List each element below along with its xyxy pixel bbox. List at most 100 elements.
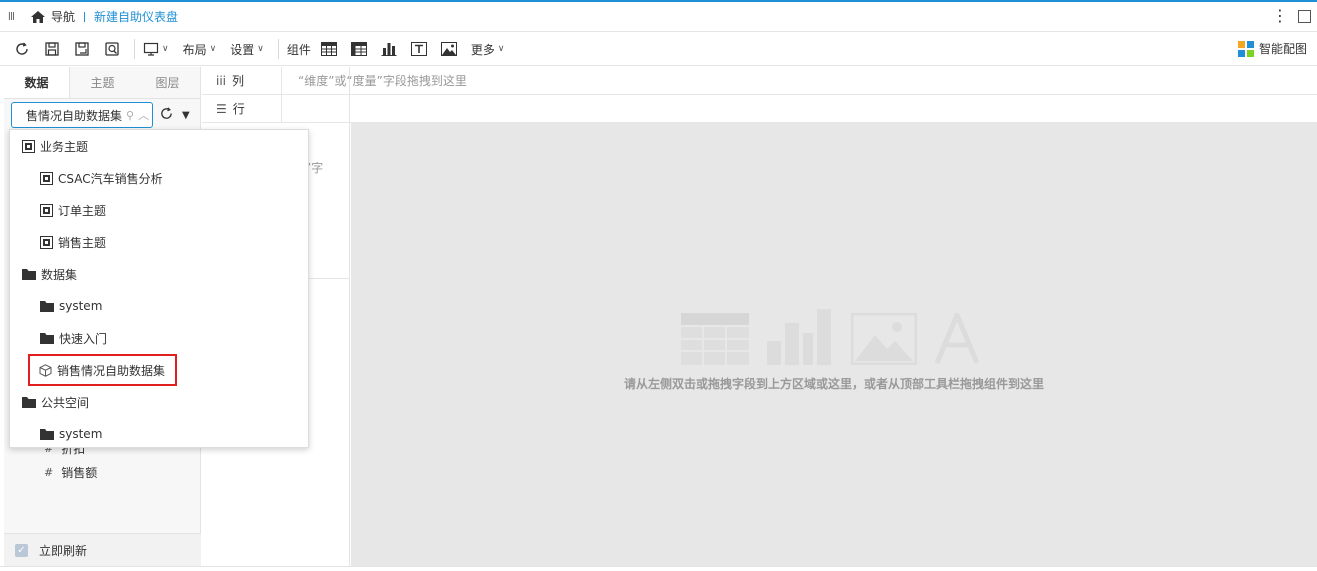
auto-refresh-label: 立即刷新 — [39, 543, 88, 558]
field-item[interactable]: # 销售额 — [44, 460, 97, 484]
checkbox-icon[interactable]: ✓ — [15, 543, 28, 557]
columns-label: 列 — [232, 74, 245, 88]
settings-button[interactable]: 设置 ∨ — [230, 37, 264, 61]
tree-item-label: CSAC汽车销售分析 — [58, 171, 163, 186]
app-window: lll 导航 新建自助仪表盘 ⋮ ∨ 布局 ∨ 设置 ∨ 组件 更多 ∨ 智能配… — [0, 0, 1317, 571]
tab-layers[interactable]: 图层 — [135, 67, 200, 98]
tree-item-order-subject[interactable]: 订单主题 — [40, 196, 106, 224]
tree-item-datasets[interactable]: 数据集 — [22, 260, 77, 288]
text-placeholder-icon — [935, 313, 979, 364]
rows-shelf[interactable]: ☰ 行 — [202, 94, 1317, 123]
tree-item-sales-subject[interactable]: 销售主题 — [40, 228, 106, 256]
tree-item-label: 快速入门 — [59, 331, 108, 346]
table-icon — [320, 42, 337, 56]
breadcrumb-current[interactable]: 新建自助仪表盘 — [94, 8, 178, 25]
toolbar-divider — [277, 39, 279, 59]
refresh-dataset-button[interactable] — [159, 106, 174, 124]
more-options-icon[interactable]: ⋮ — [1272, 8, 1288, 24]
tree-item-label: system — [59, 299, 103, 313]
subject-icon — [40, 235, 53, 249]
save-icon — [45, 42, 59, 56]
tree-item-label: 数据集 — [41, 267, 78, 282]
auto-refresh-toggle[interactable]: ✓ 立即刷新 — [4, 533, 201, 566]
crosstab-component-button[interactable] — [350, 37, 367, 61]
tree-item-business-subject[interactable]: 业务主题 — [22, 132, 88, 160]
breadcrumb-separator — [84, 11, 86, 22]
tree-item-quick-start[interactable]: 快速入门 — [40, 324, 107, 352]
crosstab-icon — [350, 42, 367, 56]
chevron-down-icon: ∨ — [257, 44, 264, 54]
refresh-button[interactable] — [14, 37, 30, 61]
preview-button[interactable] — [104, 37, 120, 61]
save-as-icon — [75, 42, 89, 56]
tree-item-public-space[interactable]: 公共空间 — [22, 388, 89, 416]
image-component-button[interactable] — [440, 37, 457, 61]
bar-chart-icon — [381, 43, 397, 56]
dataset-dropdown: 业务主题 CSAC汽车销售分析 订单主题 销售主题 数据集 system 快速入… — [9, 129, 309, 448]
layout-label: 布局 — [182, 42, 207, 57]
chevron-down-icon: ∨ — [497, 44, 505, 54]
more-label: 更多 — [470, 42, 495, 57]
dataset-selector-row: 售情况自助数据集 ⚲ ︿ ▼ — [11, 102, 190, 128]
maximize-icon[interactable] — [1298, 9, 1311, 23]
tab-theme[interactable]: 主题 — [70, 67, 135, 98]
text-component-button[interactable] — [410, 37, 427, 61]
device-button[interactable]: ∨ — [143, 37, 169, 61]
tab-data[interactable]: 数据 — [4, 67, 70, 98]
toolbar-divider — [134, 39, 135, 59]
field-label: 销售额 — [61, 465, 98, 480]
tree-item-label: 公共空间 — [41, 395, 90, 410]
tree-item-label: 销售情况自助数据集 — [57, 363, 166, 378]
chart-component-button[interactable] — [381, 37, 397, 61]
more-button[interactable]: 更多 ∨ — [471, 37, 505, 61]
title-bar: lll 导航 新建自助仪表盘 ⋮ — [0, 2, 1317, 32]
dashboard-canvas[interactable]: 请从左侧双击或拖拽字段到上方区域或这里，或者从顶部工具栏拖拽组件到这里 — [351, 123, 1317, 566]
columns-shelf-label: iii 列 — [202, 66, 282, 95]
empty-state-illustration — [681, 309, 979, 365]
refresh-icon — [161, 107, 172, 119]
panel-tabs: 数据 主题 图层 — [4, 67, 200, 99]
folder-icon — [40, 333, 54, 344]
tree-item-label: system — [59, 427, 103, 441]
tree-item-label: 订单主题 — [58, 203, 107, 218]
tree-item-public-system[interactable]: system — [40, 420, 103, 447]
menu-grip-icon[interactable]: lll — [0, 10, 22, 23]
image-icon — [440, 42, 457, 56]
rows-icon: ☰ — [216, 101, 227, 116]
subject-icon — [40, 203, 53, 217]
toolbar: ∨ 布局 ∨ 设置 ∨ 组件 更多 ∨ 智能配图 — [0, 33, 1317, 66]
tree-item-label: 业务主题 — [40, 139, 89, 154]
tree-item-label: 销售主题 — [58, 235, 107, 250]
bar-placeholder-icon — [767, 309, 831, 365]
columns-icon: iii — [216, 73, 227, 88]
dataset-select[interactable]: 售情况自助数据集 ⚲ ︿ — [11, 102, 153, 128]
canvas-hint: 请从左侧双击或拖拽字段到上方区域或这里，或者从顶部工具栏拖拽组件到这里 — [623, 377, 1044, 391]
caret-down-icon[interactable]: ▼ — [182, 110, 190, 121]
save-button[interactable] — [44, 37, 60, 61]
rows-shelf-label: ☰ 行 — [202, 94, 282, 123]
folder-icon — [40, 429, 54, 440]
columns-shelf[interactable]: iii 列 “维度”或“度量”字段拖拽到这里 — [202, 66, 1317, 95]
dataset-select-value: 售情况自助数据集 — [26, 108, 123, 123]
layout-button[interactable]: 布局 ∨ — [183, 37, 217, 61]
rows-label: 行 — [232, 102, 245, 116]
home-icon — [31, 10, 45, 23]
preview-icon — [105, 42, 119, 56]
image-placeholder-icon — [851, 313, 917, 365]
tree-item-system[interactable]: system — [40, 292, 102, 320]
bottom-border — [0, 566, 1317, 571]
columns-placeholder: “维度”或“度量”字段拖拽到这里 — [298, 74, 467, 88]
smart-chart-button[interactable]: 智能配图 — [1237, 40, 1307, 57]
folder-icon — [40, 301, 54, 312]
chevron-down-icon: ∨ — [162, 44, 169, 54]
nav-home-button[interactable]: 导航 — [30, 8, 75, 25]
save-as-button[interactable] — [74, 37, 90, 61]
measure-icon: # — [44, 465, 54, 479]
tree-item-csac[interactable]: CSAC汽车销售分析 — [40, 164, 163, 192]
smart-chart-icon — [1237, 40, 1254, 57]
refresh-icon — [16, 42, 28, 55]
nav-label: 导航 — [51, 10, 76, 24]
table-component-button[interactable] — [320, 37, 337, 61]
tree-item-sales-self-service-dataset[interactable]: 销售情况自助数据集 — [28, 354, 178, 386]
subject-icon — [40, 171, 53, 185]
